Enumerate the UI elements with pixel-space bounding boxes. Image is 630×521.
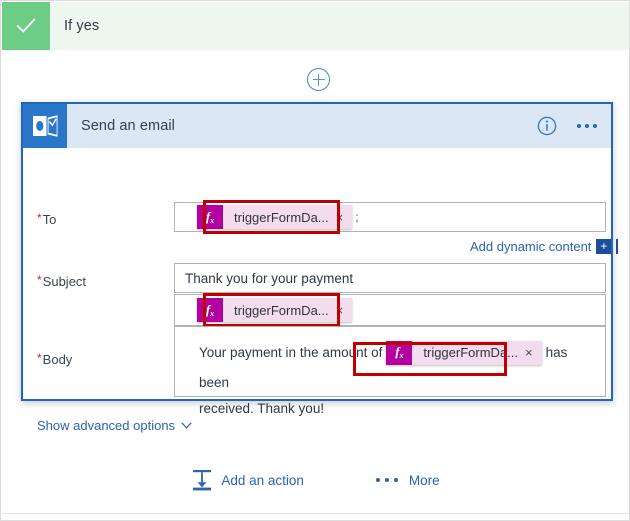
bottom-toolbar: Add an action More bbox=[1, 456, 629, 504]
required-marker: * bbox=[37, 351, 42, 365]
token-label: triggerFormDa... bbox=[234, 302, 329, 318]
outlook-icon bbox=[23, 104, 67, 148]
insert-step-area bbox=[1, 50, 629, 100]
to-field-label: *To bbox=[37, 211, 57, 227]
dynamic-content-token[interactable]: fx triggerFormDa... × bbox=[386, 341, 542, 366]
flow-designer-canvas: If yes Send an email *To fx triggerFormD… bbox=[0, 0, 630, 521]
to-input[interactable]: fx triggerFormDa... × ; bbox=[174, 202, 606, 232]
fx-badge: fx bbox=[386, 341, 413, 366]
add-an-action-button[interactable]: Add an action bbox=[192, 469, 304, 491]
dot bbox=[375, 478, 380, 482]
more-label: More bbox=[408, 472, 440, 488]
more-button[interactable]: More bbox=[375, 472, 440, 488]
body-text-line2: received. Thank you! bbox=[199, 401, 325, 416]
required-marker: * bbox=[37, 273, 42, 287]
add-an-action-label: Add an action bbox=[221, 472, 304, 488]
subject-input[interactable]: Thank you for your payment bbox=[174, 263, 606, 293]
card-header-actions bbox=[537, 104, 603, 148]
insert-below-icon bbox=[192, 469, 212, 491]
ellipsis-icon bbox=[375, 478, 398, 482]
send-email-action-card[interactable]: Send an email *To fx triggerFormDa... × … bbox=[21, 102, 619, 433]
body-text-before: Your payment in the amount of bbox=[199, 345, 383, 360]
token-remove-icon[interactable]: × bbox=[336, 298, 353, 322]
card-body: *To fx triggerFormDa... × ; Add dynamic … bbox=[23, 148, 619, 433]
dot bbox=[585, 124, 589, 128]
add-dynamic-content-plus-icon[interactable]: + bbox=[596, 239, 612, 254]
token-remove-icon[interactable]: × bbox=[525, 341, 542, 365]
card-more-menu-icon[interactable] bbox=[571, 120, 603, 132]
dynamic-content-token[interactable]: fx triggerFormDa... × bbox=[197, 205, 353, 229]
token-label: triggerFormDa... bbox=[234, 209, 329, 225]
condition-branch-header: If yes bbox=[2, 2, 629, 50]
plus-circle-icon[interactable] bbox=[307, 68, 330, 91]
token-label: triggerFormDa... bbox=[423, 345, 519, 361]
fx-badge: fx bbox=[197, 205, 223, 229]
subject-field-label: *Subject bbox=[37, 273, 87, 289]
chevron-down-icon bbox=[181, 422, 192, 429]
check-icon bbox=[2, 2, 50, 50]
bottom-divider bbox=[2, 513, 629, 514]
dot bbox=[593, 124, 597, 128]
dot bbox=[577, 124, 581, 128]
fx-badge: fx bbox=[197, 298, 223, 322]
card-header: Send an email bbox=[23, 104, 611, 148]
to-field-separator: ; bbox=[355, 210, 359, 224]
info-icon[interactable] bbox=[537, 116, 557, 136]
card-title: Send an email bbox=[81, 118, 175, 134]
subject-token-input[interactable]: fx triggerFormDa... × bbox=[174, 294, 606, 326]
token-remove-icon[interactable]: × bbox=[336, 205, 353, 229]
dot bbox=[393, 478, 398, 482]
dynamic-content-token[interactable]: fx triggerFormDa... × bbox=[197, 298, 353, 322]
body-field-label: *Body bbox=[37, 351, 73, 367]
plus-bar bbox=[616, 239, 619, 254]
subject-value: Thank you for your payment bbox=[185, 271, 354, 286]
condition-branch-label: If yes bbox=[64, 18, 100, 34]
required-marker: * bbox=[37, 211, 42, 225]
add-dynamic-content-link[interactable]: Add dynamic content bbox=[470, 239, 591, 254]
add-dynamic-content-row: Add dynamic content + bbox=[470, 239, 619, 254]
show-advanced-options-row[interactable]: Show advanced options bbox=[37, 418, 192, 433]
body-input[interactable]: Your payment in the amount of fx trigger… bbox=[174, 326, 606, 416]
dot bbox=[384, 478, 389, 482]
show-advanced-options-link[interactable]: Show advanced options bbox=[37, 418, 175, 433]
